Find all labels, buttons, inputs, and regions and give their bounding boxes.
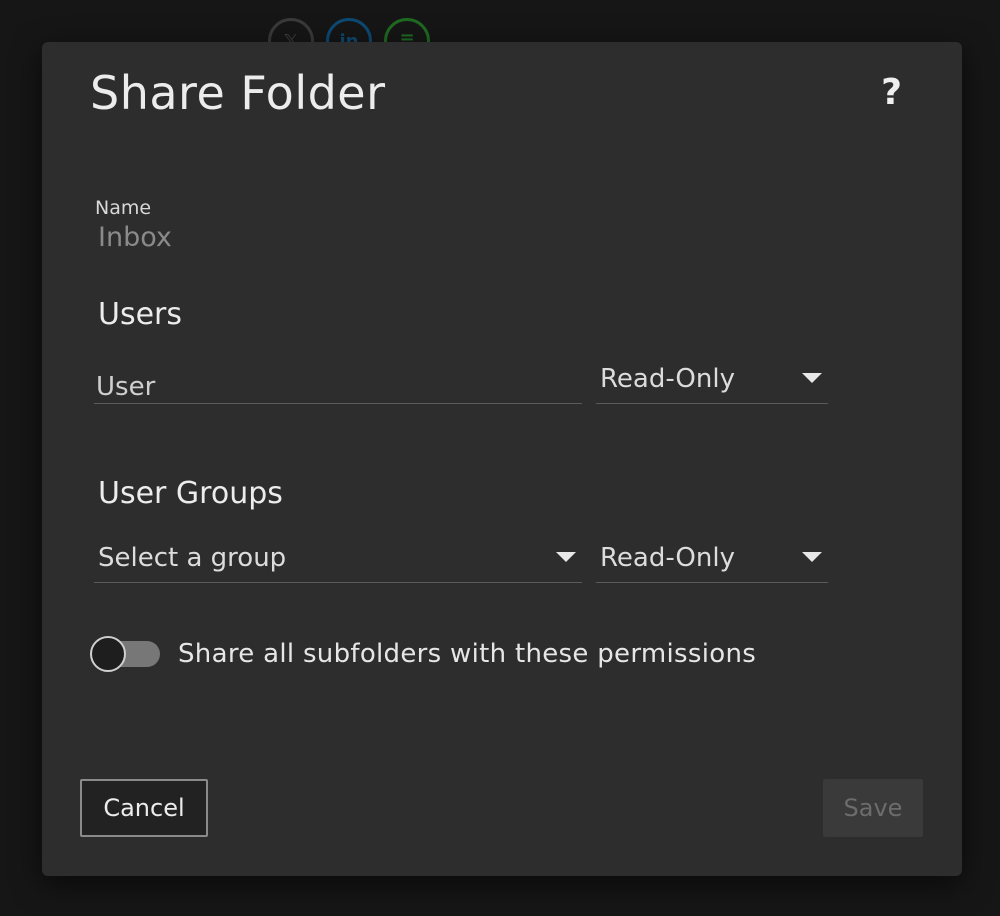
chevron-down-icon bbox=[802, 552, 822, 562]
group-select[interactable]: Select a group bbox=[94, 533, 582, 583]
chevron-down-icon bbox=[556, 552, 576, 562]
groups-permission-value: Read-Only bbox=[600, 543, 735, 573]
share-folder-dialog: Share Folder ? Name Inbox Users Read-Onl… bbox=[42, 42, 962, 876]
name-label: Name bbox=[95, 197, 152, 219]
users-permission-select[interactable]: Read-Only bbox=[596, 354, 828, 404]
dialog-title: Share Folder bbox=[90, 66, 386, 120]
cancel-button[interactable]: Cancel bbox=[80, 779, 208, 837]
share-subfolders-toggle[interactable]: Share all subfolders with these permissi… bbox=[90, 636, 756, 672]
share-subfolders-label: Share all subfolders with these permissi… bbox=[178, 639, 757, 669]
user-input[interactable] bbox=[94, 354, 582, 403]
help-icon[interactable]: ? bbox=[881, 72, 902, 113]
folder-name-value: Inbox bbox=[98, 222, 172, 253]
user-groups-heading: User Groups bbox=[98, 476, 283, 511]
users-permission-value: Read-Only bbox=[600, 364, 735, 394]
groups-permission-select[interactable]: Read-Only bbox=[596, 533, 828, 583]
user-field[interactable] bbox=[94, 354, 582, 404]
save-button[interactable]: Save bbox=[823, 779, 923, 837]
toggle-knob[interactable] bbox=[90, 636, 126, 672]
group-select-value: Select a group bbox=[98, 543, 287, 573]
users-heading: Users bbox=[98, 297, 183, 332]
chevron-down-icon bbox=[802, 373, 822, 383]
toggle-switch[interactable] bbox=[90, 636, 160, 672]
